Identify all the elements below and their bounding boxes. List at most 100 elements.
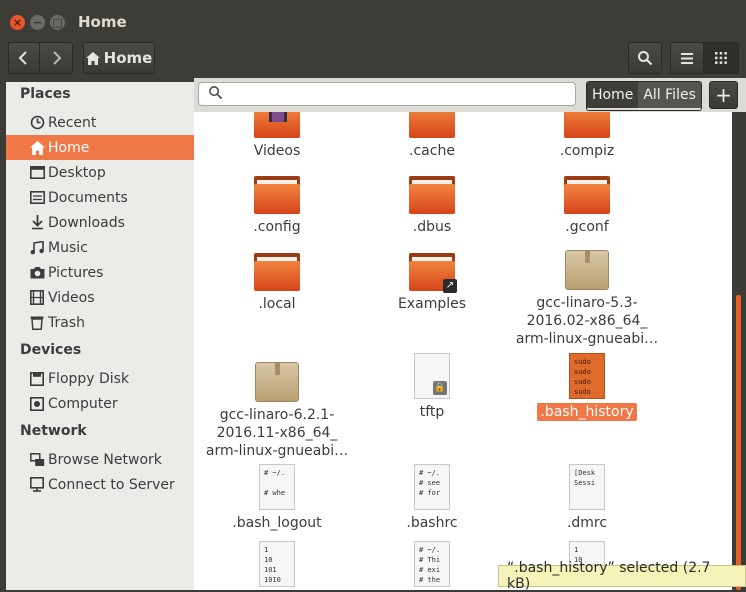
folder-icon (254, 253, 300, 291)
chevron-right-icon (53, 51, 62, 65)
scope-all-files-button[interactable]: All Files (638, 82, 701, 108)
forward-button[interactable] (39, 42, 73, 74)
close-icon: × (12, 16, 23, 29)
search-scope: Home All Files (586, 81, 702, 111)
search-input[interactable] (198, 82, 576, 106)
plus-icon: + (715, 83, 732, 107)
path-bar-home-button[interactable]: Home (83, 42, 155, 74)
scrollbar[interactable] (736, 295, 741, 590)
back-button[interactable] (8, 42, 40, 74)
sidebar-item-documents[interactable]: Documents (6, 185, 194, 210)
places-header: Places (20, 86, 71, 102)
maximize-icon: □ (52, 16, 63, 29)
sidebar-item-trash[interactable]: Trash (6, 310, 194, 335)
file-item-tftp[interactable]: 🔒 tftp (357, 353, 507, 421)
path-bar-label: Home (103, 49, 153, 67)
grid-icon (715, 52, 727, 64)
search-button[interactable] (628, 42, 662, 74)
document-icon (28, 191, 46, 204)
scope-home-button[interactable]: Home (587, 82, 639, 108)
sidebar-item-recent[interactable]: Recent (6, 110, 194, 135)
file-name: .bashrc (406, 515, 458, 531)
clock-icon (28, 115, 46, 130)
sidebar-item-label: Downloads (48, 214, 125, 231)
file-name: .bash_logout (232, 515, 322, 531)
file-item-local[interactable]: .local (202, 253, 352, 313)
file-item-gconf[interactable]: .gconf (512, 176, 662, 236)
file-item-cache[interactable]: .cache (357, 112, 507, 160)
sidebar-item-browse-network[interactable]: Browse Network (6, 447, 194, 472)
link-arrow-icon: ↗ (443, 279, 457, 293)
sidebar-item-label: Browse Network (48, 451, 162, 468)
file-item-config[interactable]: .config (202, 176, 352, 236)
archive-icon (565, 250, 609, 290)
text-file-icon: 🔒 (414, 353, 450, 399)
sidebar-item-pictures[interactable]: Pictures (6, 260, 194, 285)
file-item-dmrc[interactable]: [Desk Sessi .dmrc (512, 464, 662, 532)
sidebar-item-label: Home (48, 139, 90, 156)
sidebar-item-label: Floppy Disk (48, 370, 130, 387)
file-item-row6-2[interactable]: # ~/. # Thi # exi # the (357, 541, 507, 587)
file-item-bash-history[interactable]: sudo sudo sudo sudo .bash_history (512, 353, 662, 421)
title-bar: × − □ Home (0, 0, 746, 42)
sidebar-item-videos[interactable]: Videos (6, 285, 194, 310)
sidebar-item-label: Documents (48, 189, 128, 206)
file-name: .dbus (412, 219, 452, 235)
search-icon (208, 85, 223, 104)
lock-icon: 🔒 (433, 381, 447, 395)
list-icon (681, 52, 693, 64)
status-tooltip: “.bash_history” selected (2.7 kB) (498, 560, 746, 592)
file-item-dbus[interactable]: .dbus (357, 176, 507, 236)
file-name: tftp (419, 404, 445, 420)
archive-icon (255, 362, 299, 402)
window-title: Home (78, 13, 127, 31)
chevron-left-icon (18, 51, 27, 65)
add-button[interactable]: + (709, 81, 738, 109)
file-name: .local (258, 296, 296, 312)
file-item-videos[interactable]: Videos (202, 112, 352, 160)
home-icon (28, 140, 46, 155)
home-icon (85, 51, 100, 65)
music-icon (28, 240, 46, 255)
sidebar-item-label: Pictures (48, 264, 104, 281)
film-icon (28, 290, 46, 305)
sidebar-item-downloads[interactable]: Downloads (6, 210, 194, 235)
sidebar: Places Recent Home Desktop Documents Dow… (6, 82, 194, 590)
file-name: .dmrc (566, 515, 608, 531)
file-item-bash-logout[interactable]: # ~/. # whe .bash_logout (202, 464, 352, 532)
sidebar-item-floppy-disk[interactable]: Floppy Disk (6, 366, 194, 391)
file-item-gcc-linaro-6[interactable]: gcc-linaro-6.2.1- 2016.11-x86_64_ arm-li… (202, 362, 352, 460)
folder-icon (564, 176, 610, 214)
maximize-window-button[interactable]: □ (50, 15, 65, 30)
sidebar-item-connect-to-server[interactable]: Connect to Server (6, 472, 194, 497)
file-item-bashrc[interactable]: # ~/. # see # for .bashrc (357, 464, 507, 532)
devices-header: Devices (20, 342, 82, 358)
network-icon (28, 452, 46, 467)
sidebar-item-label: Connect to Server (48, 476, 175, 493)
file-item-examples[interactable]: ↗ Examples (357, 253, 507, 313)
sidebar-item-computer[interactable]: Computer (6, 391, 194, 416)
search-icon (638, 51, 653, 66)
text-file-icon: 1 10 101 1010 (259, 541, 295, 587)
desktop-folder-icon (28, 166, 46, 179)
file-name: gcc-linaro-6.2.1- 2016.11-x86_64_ arm-li… (205, 407, 349, 459)
file-item-compiz[interactable]: .compiz (512, 112, 662, 160)
sidebar-item-music[interactable]: Music (6, 235, 194, 260)
text-file-icon: # ~/. # Thi # exi # the (414, 541, 450, 587)
sidebar-item-desktop[interactable]: Desktop (6, 160, 194, 185)
grid-view-button[interactable] (703, 42, 739, 74)
minimize-window-button[interactable]: − (30, 15, 45, 30)
file-item-row6-1[interactable]: 1 10 101 1010 (202, 541, 352, 587)
file-name: Examples (397, 296, 467, 312)
video-folder-icon (254, 112, 300, 138)
file-name: gcc-linaro-5.3- 2016.02-x86_64_ arm-linu… (515, 295, 659, 347)
list-view-button[interactable] (670, 42, 704, 74)
sidebar-item-home[interactable]: Home (6, 135, 194, 160)
file-name: .cache (409, 143, 455, 159)
text-file-icon: # ~/. # see # for (414, 464, 450, 510)
close-window-button[interactable]: × (10, 15, 25, 30)
minimize-icon: − (32, 16, 43, 29)
file-item-gcc-linaro-5[interactable]: gcc-linaro-5.3- 2016.02-x86_64_ arm-linu… (512, 250, 662, 348)
floppy-icon (28, 371, 46, 386)
sidebar-item-label: Desktop (48, 164, 106, 181)
